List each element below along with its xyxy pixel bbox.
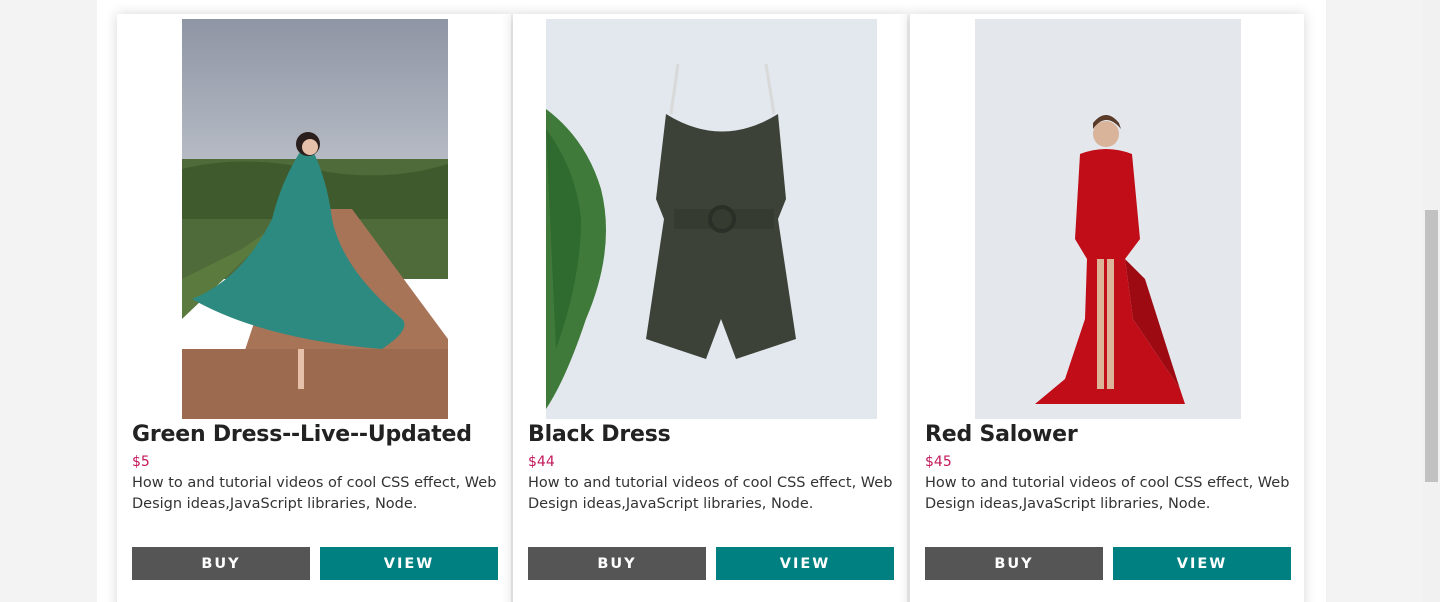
product-card: Black Dress $44 How to and tutorial vide… bbox=[513, 14, 907, 602]
page: Green Dress--Live--Updated $5 How to and… bbox=[0, 0, 1440, 602]
view-button[interactable]: VIEW bbox=[320, 547, 498, 580]
buy-button[interactable]: BUY bbox=[528, 547, 706, 580]
view-button[interactable]: VIEW bbox=[716, 547, 894, 580]
product-image-green-dress[interactable] bbox=[182, 19, 448, 419]
red-dress-photo bbox=[975, 19, 1241, 419]
product-description: How to and tutorial videos of cool CSS e… bbox=[528, 475, 893, 512]
product-price: $45 bbox=[925, 454, 952, 470]
product-price: $44 bbox=[528, 454, 555, 470]
product-image-black-dress[interactable] bbox=[546, 19, 877, 419]
product-card: Red Salower $45 How to and tutorial vide… bbox=[910, 14, 1304, 602]
vertical-scrollbar-thumb[interactable] bbox=[1425, 210, 1438, 482]
product-description: How to and tutorial videos of cool CSS e… bbox=[925, 475, 1290, 512]
black-dress-photo bbox=[546, 19, 877, 419]
green-dress-photo bbox=[182, 19, 448, 419]
product-title: Green Dress--Live--Updated bbox=[132, 422, 472, 447]
view-button[interactable]: VIEW bbox=[1113, 547, 1291, 580]
product-price: $5 bbox=[132, 454, 150, 470]
product-image-red-salower[interactable] bbox=[975, 19, 1241, 419]
buy-button[interactable]: BUY bbox=[132, 547, 310, 580]
buy-button[interactable]: BUY bbox=[925, 547, 1103, 580]
product-description: How to and tutorial videos of cool CSS e… bbox=[132, 475, 497, 512]
product-title: Black Dress bbox=[528, 422, 671, 447]
product-card: Green Dress--Live--Updated $5 How to and… bbox=[117, 14, 511, 602]
product-title: Red Salower bbox=[925, 422, 1078, 447]
